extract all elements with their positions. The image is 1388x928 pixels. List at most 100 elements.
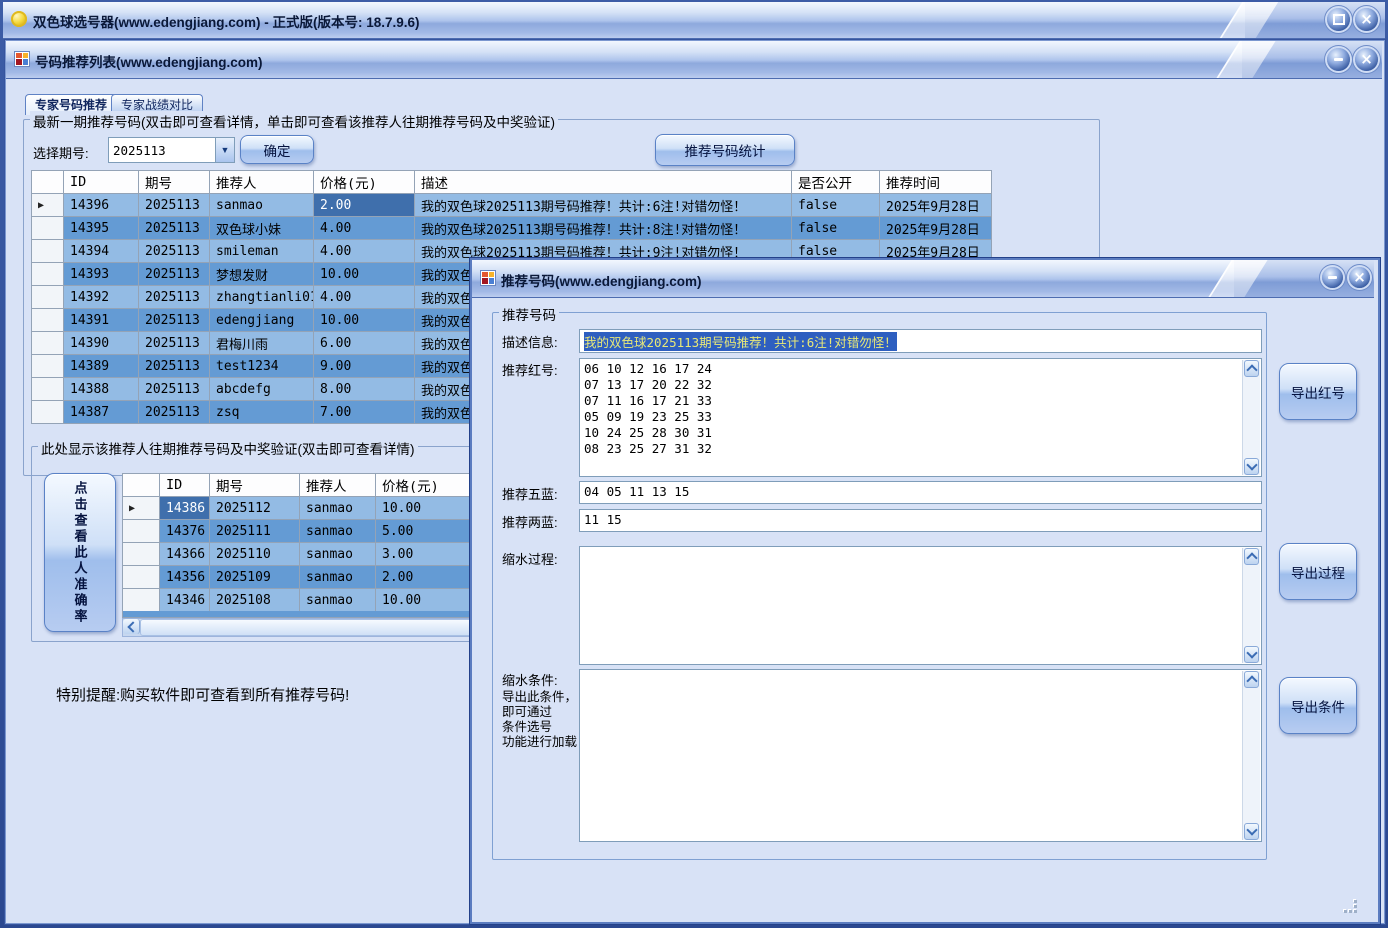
cell-price[interactable]: 4.00 <box>314 286 415 309</box>
vertical-scrollbar[interactable] <box>1242 360 1260 475</box>
column-header[interactable]: 价格(元) <box>376 474 475 497</box>
child-minimize-button[interactable] <box>1327 48 1350 71</box>
scroll-down-button[interactable] <box>1244 646 1259 663</box>
column-header[interactable]: 推荐人 <box>300 474 376 497</box>
cell-id[interactable]: 14392 <box>64 286 139 309</box>
cell-price[interactable]: 10.00 <box>314 309 415 332</box>
cell-price[interactable]: 5.00 <box>376 520 475 543</box>
column-header[interactable]: ID <box>64 171 139 194</box>
column-header[interactable]: 期号 <box>139 171 210 194</box>
shrink-condition-field[interactable] <box>579 669 1262 842</box>
column-header[interactable]: 推荐时间 <box>880 171 992 194</box>
column-header[interactable]: 价格(元) <box>314 171 415 194</box>
column-header[interactable]: 是否公开 <box>792 171 880 194</box>
scroll-down-button[interactable] <box>1244 823 1259 840</box>
row-selector[interactable] <box>32 332 64 355</box>
cell-price[interactable]: 3.00 <box>376 543 475 566</box>
cell-price[interactable]: 2.00 <box>314 194 415 217</box>
cell-name[interactable]: smileman <box>210 240 314 263</box>
cell-id[interactable]: 14376 <box>160 520 210 543</box>
cell-id[interactable]: 14386 <box>160 497 210 520</box>
row-selector-arrow[interactable]: ▶ <box>32 194 64 217</box>
cell-name[interactable]: zhangtianli01 <box>210 286 314 309</box>
cell-public[interactable]: false <box>792 194 880 217</box>
column-header[interactable] <box>123 474 160 497</box>
period-combobox[interactable]: 2025113 ▼ <box>108 137 235 163</box>
vertical-scrollbar[interactable] <box>1242 548 1260 663</box>
cell-id[interactable]: 14396 <box>64 194 139 217</box>
hscroll-thumb[interactable] <box>140 619 474 636</box>
two-blue-field[interactable]: 11 15 <box>579 509 1262 532</box>
cell-period[interactable]: 2025113 <box>139 286 210 309</box>
cell-period[interactable]: 2025112 <box>210 497 300 520</box>
scroll-left-button[interactable] <box>123 619 140 634</box>
row-selector[interactable] <box>32 378 64 401</box>
cell-price[interactable]: 10.00 <box>314 263 415 286</box>
row-selector[interactable] <box>32 240 64 263</box>
dialog-close-button[interactable]: × <box>1349 267 1370 288</box>
row-selector[interactable] <box>123 566 160 589</box>
cell-public[interactable]: false <box>792 217 880 240</box>
cell-name[interactable]: 君梅川雨 <box>210 332 314 355</box>
resize-grip[interactable] <box>1344 900 1358 914</box>
row-selector[interactable] <box>32 286 64 309</box>
cell-desc[interactable]: 我的双色球2025113期号码推荐！共计:6注!对错勿怪！ <box>415 194 792 217</box>
cell-price[interactable]: 9.00 <box>314 355 415 378</box>
export-red-button[interactable]: 导出红号 <box>1279 363 1357 420</box>
cell-id[interactable]: 14388 <box>64 378 139 401</box>
confirm-button[interactable]: 确定 <box>240 135 314 164</box>
shrink-process-field[interactable] <box>579 546 1262 665</box>
cell-period[interactable]: 2025113 <box>139 263 210 286</box>
cell-period[interactable]: 2025113 <box>139 194 210 217</box>
cell-id[interactable]: 14366 <box>160 543 210 566</box>
cell-period[interactable]: 2025110 <box>210 543 300 566</box>
vertical-scrollbar[interactable] <box>1242 671 1260 840</box>
table-row[interactable]: 143662025110sanmao3.00 <box>123 543 475 566</box>
cell-id[interactable]: 14393 <box>64 263 139 286</box>
cell-price[interactable]: 6.00 <box>314 332 415 355</box>
cell-period[interactable]: 2025113 <box>139 355 210 378</box>
cell-price[interactable]: 10.00 <box>376 497 475 520</box>
cell-period[interactable]: 2025111 <box>210 520 300 543</box>
column-header[interactable]: 期号 <box>210 474 300 497</box>
cell-name[interactable]: sanmao <box>300 589 376 612</box>
five-blue-field[interactable]: 04 05 11 13 15 <box>579 481 1262 504</box>
cell-period[interactable]: 2025113 <box>139 217 210 240</box>
row-selector-arrow[interactable]: ▶ <box>123 497 160 520</box>
cell-price[interactable]: 8.00 <box>314 378 415 401</box>
cell-name[interactable]: edengjiang <box>210 309 314 332</box>
close-button[interactable]: × <box>1355 8 1378 31</box>
cell-name[interactable]: sanmao <box>300 520 376 543</box>
cell-name[interactable]: test1234 <box>210 355 314 378</box>
row-selector[interactable] <box>32 309 64 332</box>
scroll-up-button[interactable] <box>1244 360 1259 377</box>
cell-period[interactable]: 2025113 <box>139 240 210 263</box>
cell-period[interactable]: 2025109 <box>210 566 300 589</box>
scroll-down-button[interactable] <box>1244 458 1259 475</box>
scroll-up-button[interactable] <box>1244 671 1259 688</box>
cell-price[interactable]: 4.00 <box>314 217 415 240</box>
table-row[interactable]: ▶143962025113sanmao2.00我的双色球2025113期号码推荐… <box>32 194 992 217</box>
cell-desc[interactable]: 我的双色球2025113期号码推荐！共计:8注!对错勿怪！ <box>415 217 792 240</box>
table-row[interactable]: 143952025113双色球小妹4.00我的双色球2025113期号码推荐！共… <box>32 217 992 240</box>
cell-period[interactable]: 2025113 <box>139 401 210 424</box>
cell-id[interactable]: 14395 <box>64 217 139 240</box>
dialog-minimize-button[interactable] <box>1322 267 1343 288</box>
export-condition-button[interactable]: 导出条件 <box>1279 677 1357 734</box>
cell-name[interactable]: 梦想发财 <box>210 263 314 286</box>
table-row[interactable]: 143462025108sanmao10.00 <box>123 589 475 612</box>
cell-name[interactable]: abcdefg <box>210 378 314 401</box>
scroll-up-button[interactable] <box>1244 548 1259 565</box>
row-selector[interactable] <box>123 520 160 543</box>
cell-name[interactable]: zsq <box>210 401 314 424</box>
row-selector[interactable] <box>32 217 64 240</box>
table-row[interactable]: 143762025111sanmao5.00 <box>123 520 475 543</box>
cell-name[interactable]: sanmao <box>210 194 314 217</box>
column-header[interactable]: 推荐人 <box>210 171 314 194</box>
chevron-down-icon[interactable]: ▼ <box>215 138 234 162</box>
cell-id[interactable]: 14389 <box>64 355 139 378</box>
cell-period[interactable]: 2025108 <box>210 589 300 612</box>
cell-id[interactable]: 14394 <box>64 240 139 263</box>
row-selector[interactable] <box>32 263 64 286</box>
column-header[interactable]: ID <box>160 474 210 497</box>
